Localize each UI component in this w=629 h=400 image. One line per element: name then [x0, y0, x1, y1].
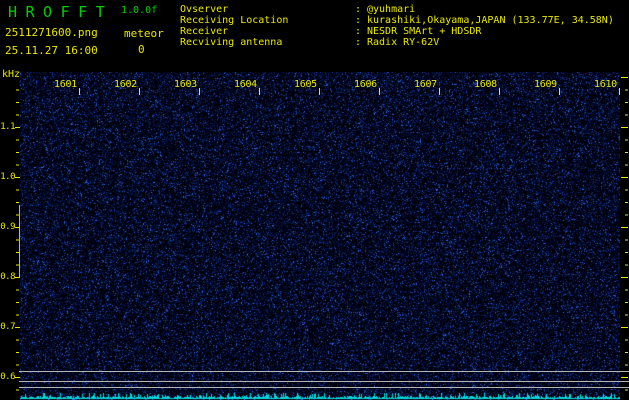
station-info: Ovserver: @yuhmari Receiving Location: kur…	[180, 4, 614, 48]
info-label: Receiver	[180, 26, 355, 37]
x-axis-time-label: 1603	[174, 79, 200, 90]
x-axis-tick	[319, 88, 320, 95]
app-title: HROFFT	[8, 3, 113, 21]
x-axis-time-label: 1601	[54, 79, 80, 90]
x-axis-tick	[79, 88, 80, 95]
info-separator: :	[355, 37, 361, 48]
spectrogram-noise-field	[20, 72, 620, 400]
meteor-counter-value: 0	[138, 43, 145, 56]
y-axis-major-tick-left	[15, 377, 20, 378]
info-label: Ovserver	[180, 4, 355, 15]
x-axis-tick	[379, 88, 380, 95]
x-axis-time-label: 1602	[114, 79, 140, 90]
y-axis-label: 1.0	[0, 172, 15, 182]
info-label: Recviving antenna	[180, 37, 355, 48]
y-axis-major-tick-right	[621, 127, 628, 128]
y-axis-major-tick-left	[15, 327, 20, 328]
x-axis-tick	[559, 88, 560, 95]
meteor-counter-label: meteor	[124, 27, 164, 40]
x-axis-tick	[499, 88, 500, 95]
x-axis-tick	[259, 88, 260, 95]
x-axis-tick	[619, 88, 620, 95]
info-row-antenna: Recviving antenna: Radix RY-62V	[180, 37, 614, 48]
x-axis-time-label: 1610	[594, 79, 620, 90]
app-version: 1.0.0f	[121, 5, 157, 16]
output-filename: 2511271600.png	[5, 26, 98, 39]
level-reference-line	[19, 381, 629, 382]
y-axis-major-tick-left	[15, 127, 20, 128]
info-row-location: Receiving Location: kurashiki,Okayama,JAP…	[180, 15, 614, 26]
info-separator: :	[355, 26, 361, 37]
info-value: kurashiki,Okayama,JAPAN (133.77E, 34.58N…	[367, 15, 614, 26]
x-axis-time-label: 1608	[474, 79, 500, 90]
y-axis-label: 0.8	[0, 272, 15, 282]
y-axis-label: 0.7	[0, 322, 15, 332]
info-value: @yuhmari	[367, 4, 415, 15]
info-value: Radix RY-62V	[367, 37, 439, 48]
hrofft-output-image: HROFFT 1.0.0f 2511271600.png meteor 25.1…	[0, 0, 629, 400]
info-label: Receiving Location	[180, 15, 355, 26]
y-axis-major-tick-right	[621, 177, 628, 178]
y-axis-label: 0.9	[0, 222, 15, 232]
info-separator: :	[355, 15, 361, 26]
x-axis-time-label: 1607	[414, 79, 440, 90]
level-reference-line	[19, 387, 629, 388]
x-axis-tick	[139, 88, 140, 95]
y-axis-major-tick-right	[621, 327, 628, 328]
x-axis-time-label: 1605	[294, 79, 320, 90]
y-axis-label: 1.1	[0, 122, 15, 132]
y-axis-major-tick-right	[621, 277, 628, 278]
y-axis-major-tick-right	[621, 77, 628, 78]
y-axis-major-tick-right	[621, 377, 628, 378]
observation-datetime: 25.11.27 16:00	[5, 44, 98, 57]
y-axis-minor-ticks-right	[625, 78, 628, 391]
x-axis-time-label: 1606	[354, 79, 380, 90]
level-reference-line	[19, 371, 629, 372]
x-axis-tick	[439, 88, 440, 95]
frequency-band-marker	[19, 205, 20, 278]
x-axis-time-label: 1609	[534, 79, 560, 90]
info-separator: :	[355, 4, 361, 15]
info-row-observer: Ovserver: @yuhmari	[180, 4, 614, 15]
y-axis-major-tick-left	[15, 277, 20, 278]
info-row-receiver: Receiver: NESDR SMArt + HDSDR	[180, 26, 614, 37]
y-axis-label: 0.6	[0, 372, 15, 382]
info-value: NESDR SMArt + HDSDR	[367, 26, 481, 37]
y-axis-major-tick-right	[621, 227, 628, 228]
y-axis-major-tick-left	[15, 227, 20, 228]
y-axis-major-tick-left	[15, 177, 20, 178]
x-axis-tick	[199, 88, 200, 95]
x-axis-time-label: 1604	[234, 79, 260, 90]
